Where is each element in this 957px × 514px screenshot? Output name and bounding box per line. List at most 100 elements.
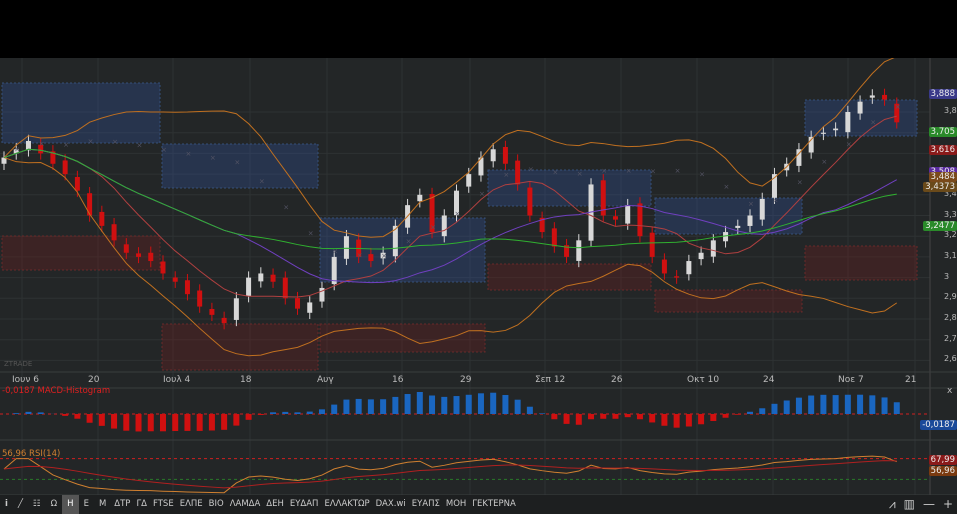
symbol-button[interactable]: ΛΑΜΔΑ — [227, 495, 264, 514]
macd-bar — [367, 399, 374, 414]
candle — [502, 146, 508, 164]
rsi-badge-1: 67,99 — [928, 455, 957, 465]
candle — [857, 101, 863, 114]
symbol-button[interactable]: ΜΟΗ — [443, 495, 469, 514]
sar-marker: × — [528, 165, 534, 173]
info-icon[interactable]: i — [0, 495, 13, 514]
demand-zone — [654, 289, 803, 313]
macd-bar — [783, 400, 790, 414]
sar-marker: × — [797, 179, 803, 187]
sar-marker: × — [63, 141, 69, 149]
macd-bar — [306, 411, 313, 414]
sar-marker: × — [821, 158, 827, 166]
macd-bar — [844, 394, 851, 414]
macd-bar — [294, 412, 301, 414]
sar-marker: × — [137, 141, 143, 149]
symbol-button[interactable]: ΔΤΡ — [111, 495, 133, 514]
period-button[interactable]: Η — [62, 495, 79, 514]
macd-bar — [86, 414, 93, 423]
macd-bar — [282, 411, 289, 414]
symbol-button[interactable]: FTSE — [150, 495, 177, 514]
candle — [551, 228, 557, 247]
x-axis-label: Οκτ 10 — [687, 375, 720, 385]
chart-type-icon[interactable]: ⩘ — [889, 495, 896, 514]
x-axis-label: 21 — [905, 375, 917, 385]
candle — [99, 211, 105, 226]
x-axis-label: Αυγ — [317, 375, 334, 385]
macd-bar — [588, 414, 595, 420]
sar-marker: × — [283, 204, 289, 212]
sar-marker: × — [724, 183, 730, 191]
rsi-title: 56,96 RSI(14) — [2, 449, 61, 459]
sar-marker: × — [699, 171, 705, 179]
symbol-button[interactable]: ΕΥΔΑΠ — [287, 495, 322, 514]
macd-bar — [147, 414, 154, 432]
zoom-out-icon[interactable]: — — [923, 495, 935, 514]
x-axis-label: 24 — [763, 375, 775, 385]
bar-chart-icon[interactable]: ▥ — [904, 495, 915, 514]
demand-zone — [804, 245, 918, 281]
candle — [698, 252, 704, 260]
period-button[interactable]: Μ — [94, 495, 111, 514]
candle — [270, 274, 276, 282]
x-axis-label: 20 — [88, 375, 100, 385]
macd-bar — [514, 399, 521, 414]
candle — [466, 174, 472, 187]
sar-marker: × — [234, 159, 240, 167]
x-axis-label: Νοε 7 — [838, 375, 864, 385]
macd-bar — [111, 414, 118, 429]
candle — [343, 236, 349, 259]
candle — [882, 94, 888, 100]
symbol-button[interactable]: ΓΔ — [133, 495, 150, 514]
sar-marker: × — [870, 118, 876, 126]
supply-zone — [487, 169, 652, 207]
candle — [258, 273, 264, 282]
macd-close-button[interactable]: x — [947, 386, 952, 396]
macd-bar — [734, 414, 741, 415]
symbol-button[interactable]: ΒΙΟ — [206, 495, 227, 514]
line-draw-icon[interactable]: ╱ — [13, 495, 28, 514]
sar-marker: × — [601, 167, 607, 175]
candle — [649, 232, 655, 257]
symbol-button[interactable]: ΓΕΚΤΕΡΝΑ — [469, 495, 519, 514]
candle — [710, 240, 716, 257]
demand-zone — [161, 323, 319, 371]
candle — [307, 302, 313, 313]
price-badge: 3,484 — [928, 172, 957, 183]
candle — [515, 160, 521, 185]
macd-bar — [135, 414, 142, 432]
period-button[interactable]: Ε — [79, 495, 94, 514]
macd-bar — [661, 414, 668, 426]
candle — [735, 225, 741, 228]
symbol-button[interactable]: ΔΕΗ — [263, 495, 287, 514]
grid-icon[interactable]: ☷ — [28, 495, 46, 514]
macd-bar — [795, 397, 802, 414]
candle — [295, 298, 301, 309]
macd-bar — [257, 414, 264, 415]
macd-bar — [416, 392, 423, 414]
sar-marker: × — [332, 247, 338, 255]
macd-bar — [465, 394, 472, 414]
macd-bar — [159, 414, 166, 432]
x-axis-label: 29 — [460, 375, 472, 385]
macd-bar — [392, 396, 399, 414]
price-chart[interactable]: × × × × × × × × × × × × × × × × × × × × × × × × × × × × × × × × × × × × × — [0, 58, 957, 495]
macd-bar — [429, 395, 436, 414]
symbol-button[interactable]: ΕΛΛΑΚΤΩΡ — [321, 495, 372, 514]
period-button[interactable]: Ω — [46, 495, 63, 514]
candle — [282, 277, 288, 299]
macd-bar — [123, 414, 130, 431]
symbol-button[interactable]: ΕΛΠΕ — [177, 495, 206, 514]
demand-zone — [319, 323, 486, 353]
macd-bar — [62, 414, 69, 416]
symbol-button[interactable]: DAX.wi — [373, 495, 409, 514]
candle — [148, 252, 154, 262]
macd-bar — [759, 408, 766, 414]
sar-marker: × — [88, 138, 94, 146]
macd-bar — [477, 393, 484, 414]
symbol-button[interactable]: ΕΥΑΠΣ — [409, 495, 443, 514]
sar-marker: × — [772, 197, 778, 205]
zoom-in-icon[interactable]: + — [943, 495, 953, 514]
sar-marker: × — [161, 146, 167, 154]
price-badge: 3,888 — [928, 88, 957, 99]
